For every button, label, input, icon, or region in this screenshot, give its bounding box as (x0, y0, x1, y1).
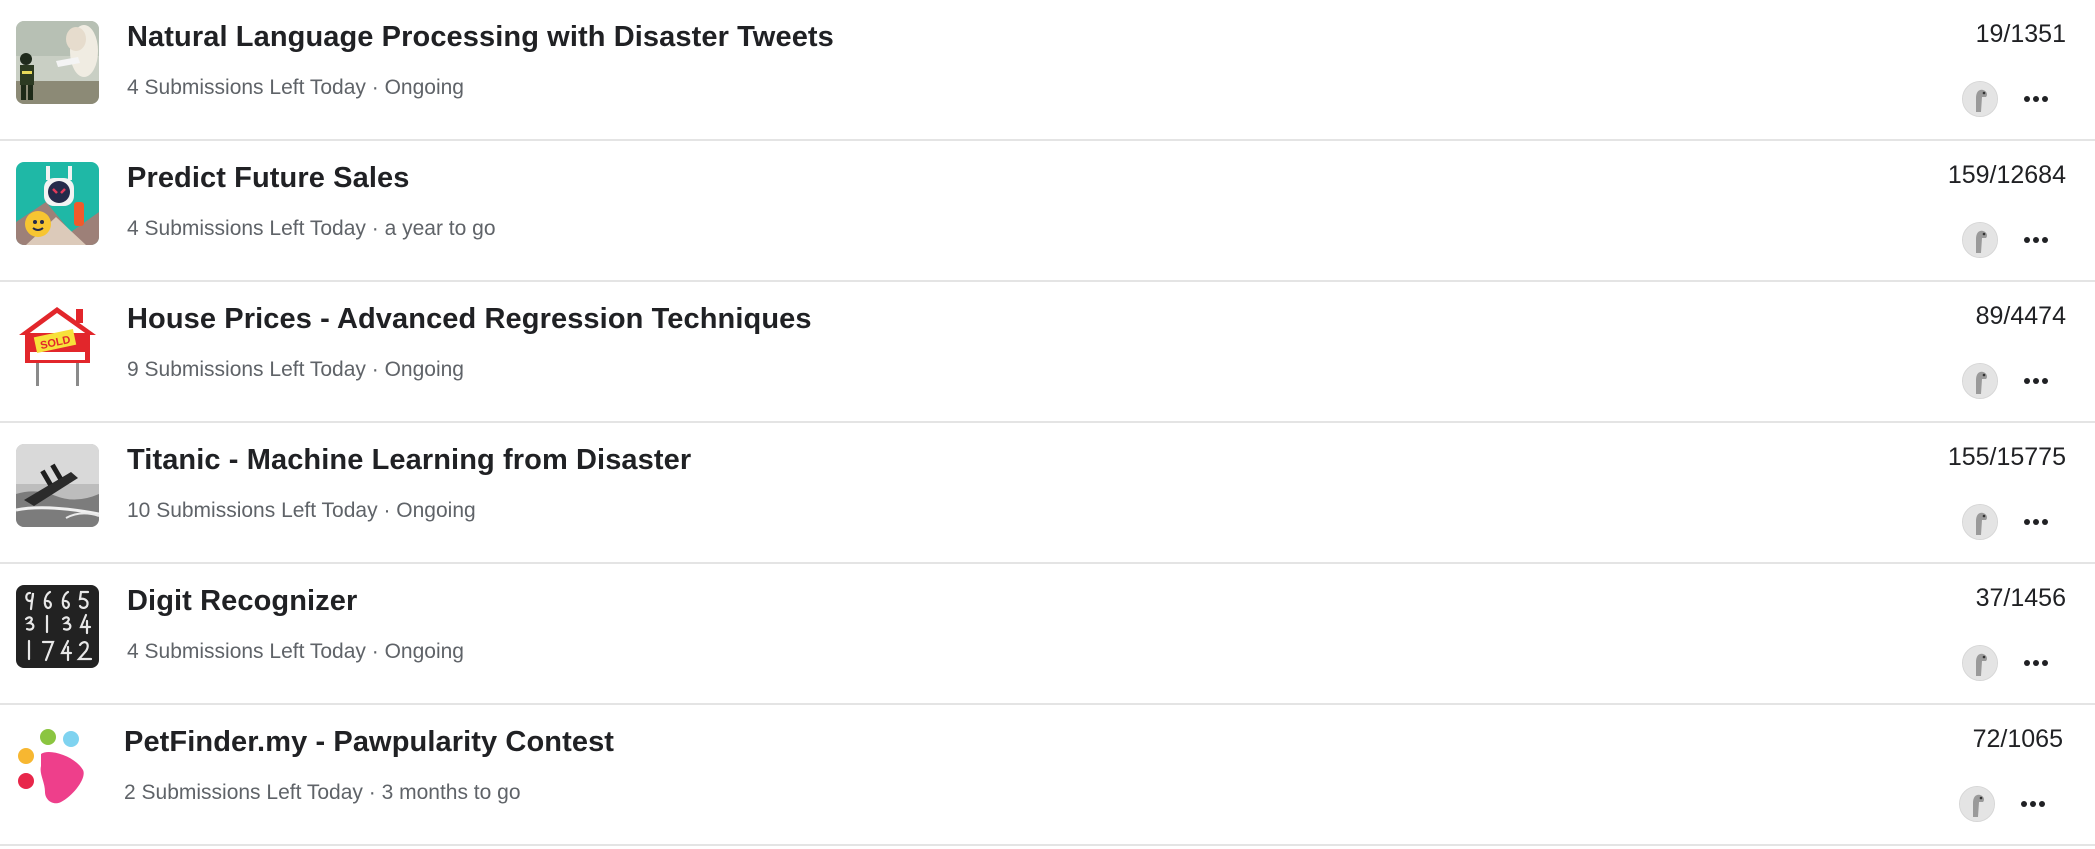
submissions-left: 10 Submissions Left Today (127, 499, 378, 522)
paw-logo-icon[interactable] (13, 726, 96, 809)
competition-row[interactable]: Digit Recognizer 4 Submissions Left Toda… (0, 564, 2095, 705)
competition-title[interactable]: Natural Language Processing with Disaste… (127, 21, 834, 54)
competition-meta: 2 Submissions Left Today · 3 months to g… (124, 781, 521, 805)
user-avatar-icon[interactable] (1962, 222, 1998, 258)
user-avatar-icon[interactable] (1962, 81, 1998, 117)
competition-title[interactable]: House Prices - Advanced Regression Techn… (127, 303, 812, 336)
competition-title[interactable]: Predict Future Sales (127, 162, 409, 195)
leaderboard-rank: 89/4474 (1975, 302, 2066, 330)
more-options-icon[interactable] (2020, 648, 2052, 678)
competition-meta: 9 Submissions Left Today · Ongoing (127, 358, 464, 382)
robot-thumbnail-icon[interactable] (16, 162, 99, 245)
meta-separator: · (365, 358, 385, 381)
competition-row[interactable]: PetFinder.my - Pawpularity Contest 2 Sub… (0, 705, 2095, 846)
more-options-icon[interactable] (2020, 84, 2052, 114)
leaderboard-rank: 72/1065 (1972, 725, 2063, 753)
row-divider (0, 844, 2095, 846)
submissions-left: 4 Submissions Left Today (127, 217, 366, 240)
competition-row[interactable]: Titanic - Machine Learning from Disaster… (0, 423, 2095, 564)
competition-row[interactable]: Predict Future Sales 4 Submissions Left … (0, 141, 2095, 282)
leaderboard-rank: 155/15775 (1947, 443, 2066, 471)
submissions-left: 2 Submissions Left Today (124, 781, 363, 804)
user-avatar-icon[interactable] (1959, 786, 1995, 822)
competition-row[interactable]: SOLD House Prices - Advanced Regression … (0, 282, 2095, 423)
leaderboard-rank: 159/12684 (1947, 161, 2066, 189)
handwritten-digits-thumbnail-icon[interactable] (16, 585, 99, 668)
leaderboard-rank: 37/1456 (1975, 584, 2066, 612)
competition-title[interactable]: Digit Recognizer (127, 585, 357, 618)
more-options-icon[interactable] (2020, 225, 2052, 255)
competition-title[interactable]: Titanic - Machine Learning from Disaster (127, 444, 691, 477)
leaderboard-rank: 19/1351 (1975, 20, 2066, 48)
submissions-left: 4 Submissions Left Today (127, 76, 366, 99)
firefighter-thumbnail-icon[interactable] (16, 21, 99, 104)
more-options-icon[interactable] (2020, 507, 2052, 537)
meta-separator: · (365, 217, 385, 240)
submissions-left: 9 Submissions Left Today (127, 358, 366, 381)
competition-status: Ongoing (384, 358, 464, 381)
competition-meta: 4 Submissions Left Today · a year to go (127, 217, 496, 241)
titanic-ship-thumbnail-icon[interactable] (16, 444, 99, 527)
submissions-left: 4 Submissions Left Today (127, 640, 366, 663)
meta-separator: · (365, 640, 385, 663)
competition-meta: 4 Submissions Left Today · Ongoing (127, 640, 464, 664)
competition-meta: 4 Submissions Left Today · Ongoing (127, 76, 464, 100)
user-avatar-icon[interactable] (1962, 363, 1998, 399)
more-options-icon[interactable] (2020, 366, 2052, 396)
meta-separator: · (362, 781, 382, 804)
competition-status: Ongoing (396, 499, 476, 522)
competition-status: a year to go (384, 217, 496, 240)
more-options-icon[interactable] (2017, 789, 2049, 819)
competition-status: Ongoing (384, 76, 464, 99)
user-avatar-icon[interactable] (1962, 645, 1998, 681)
meta-separator: · (365, 76, 385, 99)
competition-row[interactable]: Natural Language Processing with Disaste… (0, 0, 2095, 141)
competition-status: 3 months to go (381, 781, 521, 804)
user-avatar-icon[interactable] (1962, 504, 1998, 540)
competition-title[interactable]: PetFinder.my - Pawpularity Contest (124, 726, 614, 759)
competition-status: Ongoing (384, 640, 464, 663)
meta-separator: · (377, 499, 397, 522)
sold-house-sign-icon[interactable]: SOLD (16, 303, 99, 386)
competition-meta: 10 Submissions Left Today · Ongoing (127, 499, 476, 523)
